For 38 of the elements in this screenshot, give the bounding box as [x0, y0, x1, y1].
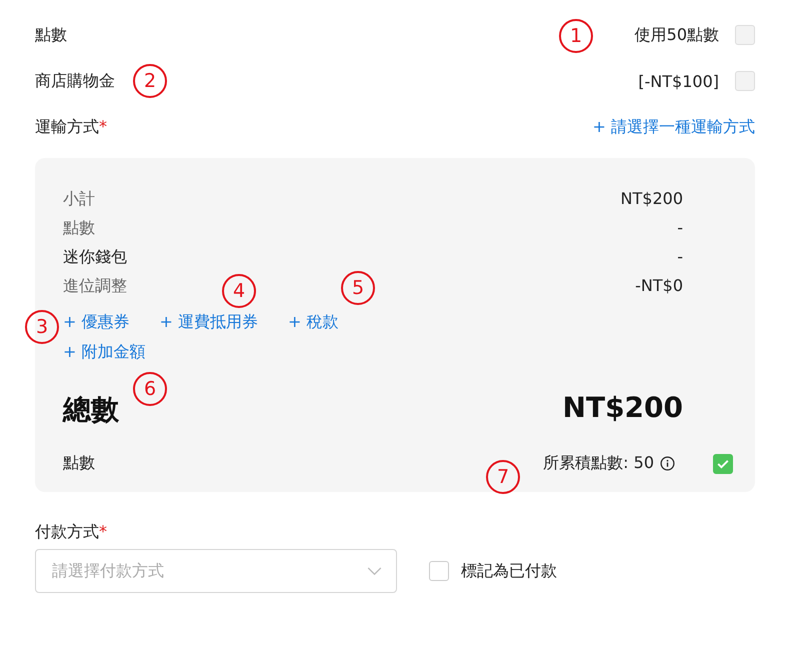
add-link[interactable]: + 稅款 [288, 309, 338, 335]
summary-label: 進位調整 [63, 275, 127, 297]
callout-number: 6 [133, 372, 167, 406]
points-label: 點數 [63, 453, 95, 474]
checkbox[interactable] [429, 561, 449, 581]
callout-number: 4 [222, 274, 256, 308]
info-icon[interactable] [660, 456, 675, 471]
summary-label: 小計 [63, 188, 95, 210]
select-shipping-link[interactable]: + 請選擇一種運輸方式 [592, 116, 755, 138]
field-label: 付款方式* [35, 522, 107, 541]
checkbox-label: 標記為已付款 [461, 560, 557, 582]
summary-value: NT$200 [620, 188, 683, 210]
summary-value: - [677, 246, 683, 268]
field-label: 點數 [35, 24, 67, 46]
points-earned: 所累積點數: 50 [543, 453, 654, 474]
option-label: 使用50點數 [634, 24, 719, 46]
total-value: NT$200 [562, 391, 683, 426]
field-label: 商店購物金 [35, 70, 115, 92]
callout-number: 2 [133, 64, 167, 98]
checkbox[interactable] [735, 25, 755, 45]
callout-number: 3 [25, 310, 59, 344]
summary-value: - [677, 217, 683, 239]
total-label: 總數 [63, 392, 119, 428]
callout-number: 1 [559, 19, 593, 53]
summary-label: 迷你錢包 [63, 246, 127, 268]
callout-number: 5 [341, 271, 375, 305]
add-link[interactable]: + 附加金額 [63, 339, 146, 365]
add-link[interactable]: + 優惠券 [63, 309, 130, 335]
checkbox[interactable] [735, 71, 755, 91]
summary-value: -NT$0 [635, 275, 683, 297]
chevron-down-icon [367, 566, 382, 576]
field-label: 運輸方式* [35, 116, 107, 138]
payment-select[interactable]: 請選擇付款方式 [35, 549, 397, 593]
add-link[interactable]: + 運費抵用券 [160, 309, 258, 335]
callout-number: 7 [486, 460, 520, 494]
option-label: [-NT$100] [638, 72, 719, 90]
checkbox[interactable] [713, 454, 733, 474]
summary-label: 點數 [63, 217, 95, 239]
